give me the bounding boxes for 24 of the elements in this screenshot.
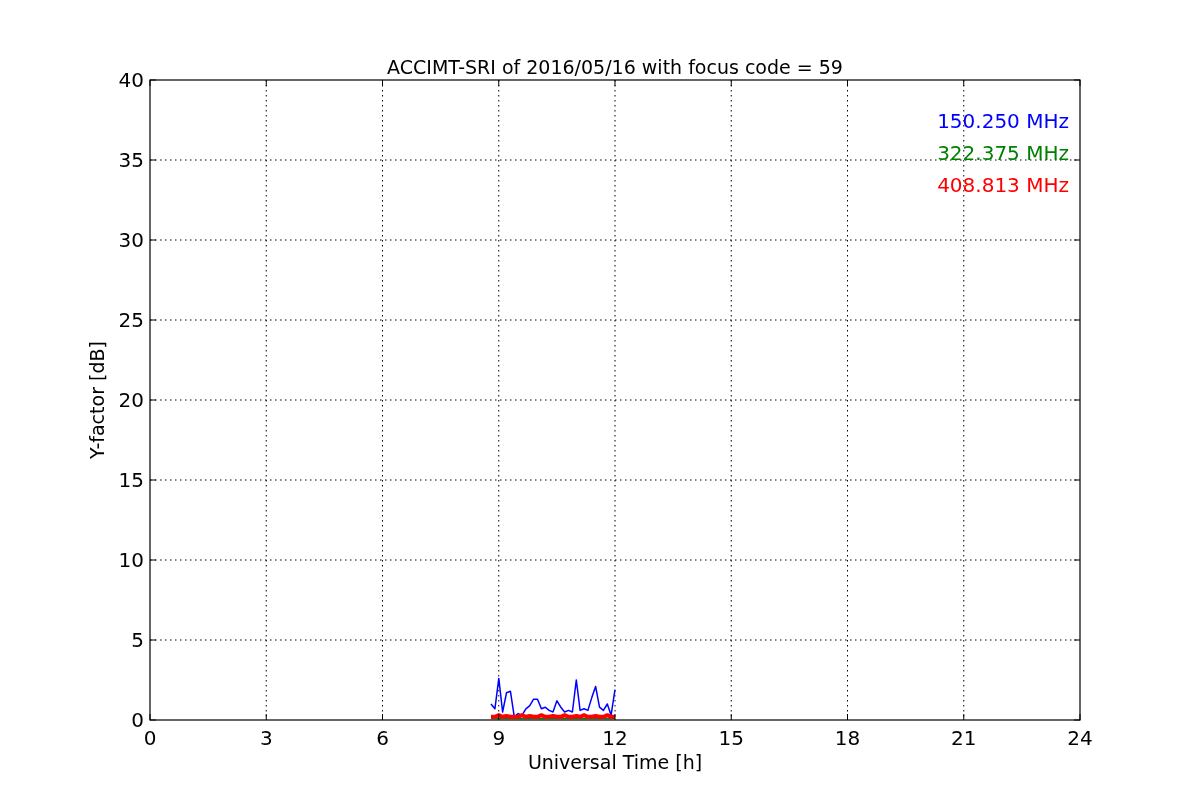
y-axis-label: Y-factor [dB] [86,341,108,459]
x-tick-label: 12 [602,726,628,750]
y-tick-label: 40 [118,68,144,92]
legend-label: 408.813 MHz [937,173,1069,197]
y-tick-label: 15 [118,468,144,492]
chart-title: ACCIMT-SRI of 2016/05/16 with focus code = 59 [387,56,843,78]
y-tick-label: 5 [131,628,144,652]
x-tick-label: 21 [951,726,977,750]
y-tick-label: 25 [118,308,144,332]
y-tick-label: 30 [118,228,144,252]
x-tick-label: 18 [834,726,861,750]
y-tick-label: 20 [118,388,144,412]
x-tick-label: 9 [492,726,506,750]
x-tick-label: 3 [259,726,273,750]
x-tick-label: 6 [376,726,389,750]
x-tick-label: 0 [143,726,157,750]
y-tick-label: 0 [131,708,144,732]
x-tick-label: 15 [718,726,744,750]
legend-label: 150.250 MHz [937,109,1069,133]
legend-label: 322.375 MHz [937,141,1069,165]
x-axis-label: Universal Time [h] [527,751,703,773]
y-tick-label: 35 [118,148,144,172]
y-tick-label: 10 [118,548,144,572]
x-tick-label: 24 [1067,726,1093,750]
